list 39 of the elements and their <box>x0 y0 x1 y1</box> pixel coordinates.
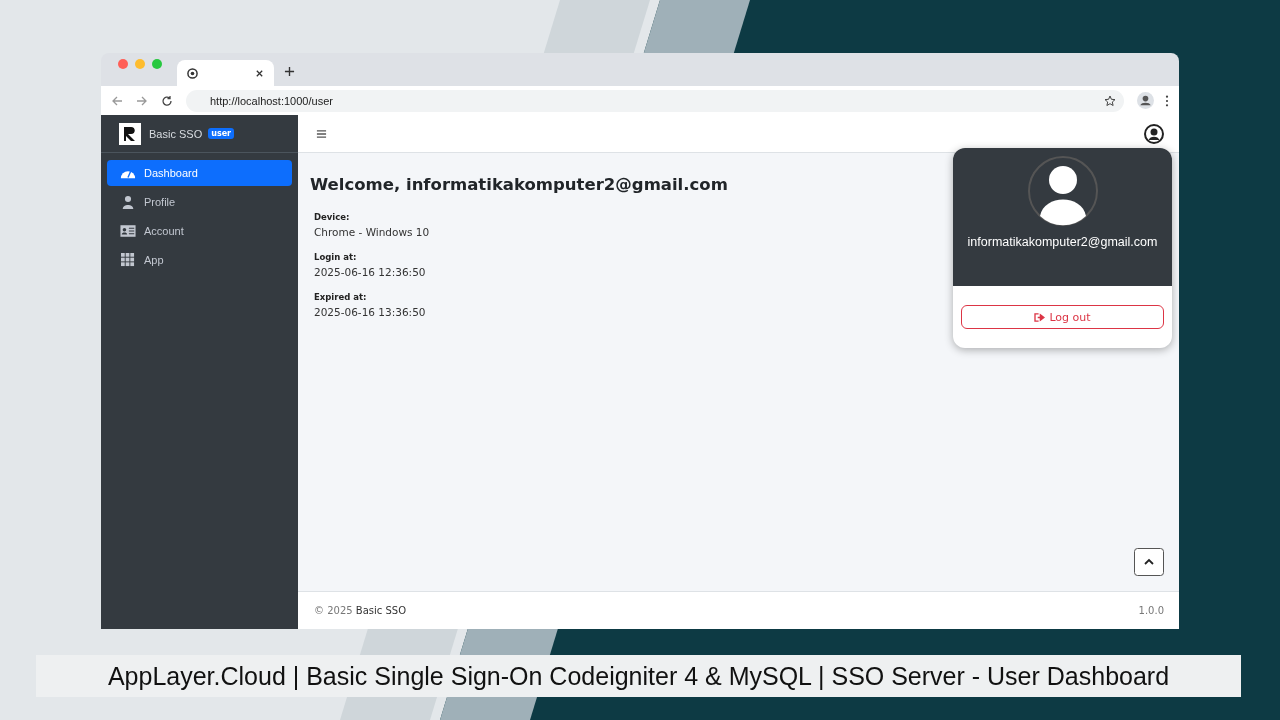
brand-name: Basic SSO <box>149 127 203 140</box>
role-badge: user <box>208 128 234 139</box>
browser-tab[interactable] <box>177 60 274 86</box>
back-arrow-icon[interactable] <box>111 94 123 107</box>
sidebar-item[interactable]: Profile <box>107 189 292 215</box>
field-value: 2025-06-16 13:36:50 <box>314 306 426 318</box>
field-label: Device: <box>314 212 350 222</box>
forward-arrow-icon[interactable] <box>136 94 148 107</box>
scroll-to-top-button[interactable] <box>1134 548 1164 576</box>
close-icon[interactable] <box>255 68 264 78</box>
logo-icon <box>119 122 141 145</box>
star-icon[interactable] <box>1104 94 1116 107</box>
grid-icon <box>120 253 136 267</box>
sign-out-icon <box>1034 312 1046 322</box>
user-email: informatikakomputer2@gmail.com <box>967 235 1158 249</box>
person-icon <box>120 195 136 209</box>
video-caption: AppLayer.Cloud | Basic Single Sign-On Codeigniter 4 & MySQL | SSO Server - User Dashboard <box>36 655 1241 697</box>
menu-icon[interactable] <box>316 128 327 139</box>
footer-brand: Basic SSO <box>355 605 407 616</box>
version-text: 1.0.0 <box>1138 605 1164 616</box>
copyright-text: © 2025 <box>314 605 353 616</box>
field-value: Chrome - Windows 10 <box>314 226 430 238</box>
id-card-icon <box>120 224 136 238</box>
address-bar[interactable]: http://localhost:1000/user <box>186 89 1124 112</box>
field-label: Login at: <box>314 252 357 262</box>
profile-icon[interactable] <box>1137 92 1154 109</box>
user-avatar-icon <box>1027 156 1098 226</box>
welcome-heading: Welcome, informatikakomputer2@gmail.com <box>310 175 729 194</box>
reload-icon[interactable] <box>161 94 173 107</box>
more-options-icon[interactable] <box>1165 94 1169 107</box>
logout-button[interactable]: Log out <box>961 305 1164 329</box>
browser-logo-icon <box>187 67 198 79</box>
user-avatar-icon[interactable] <box>1144 123 1164 144</box>
sidebar-item[interactable]: App <box>107 247 292 273</box>
new-tab-icon[interactable] <box>284 66 295 77</box>
field-label: Expired at: <box>314 292 367 302</box>
sidebar-item[interactable]: Dashboard <box>107 160 292 186</box>
sidebar-item[interactable]: Account <box>107 218 292 244</box>
field-value: 2025-06-16 12:36:50 <box>314 266 426 278</box>
